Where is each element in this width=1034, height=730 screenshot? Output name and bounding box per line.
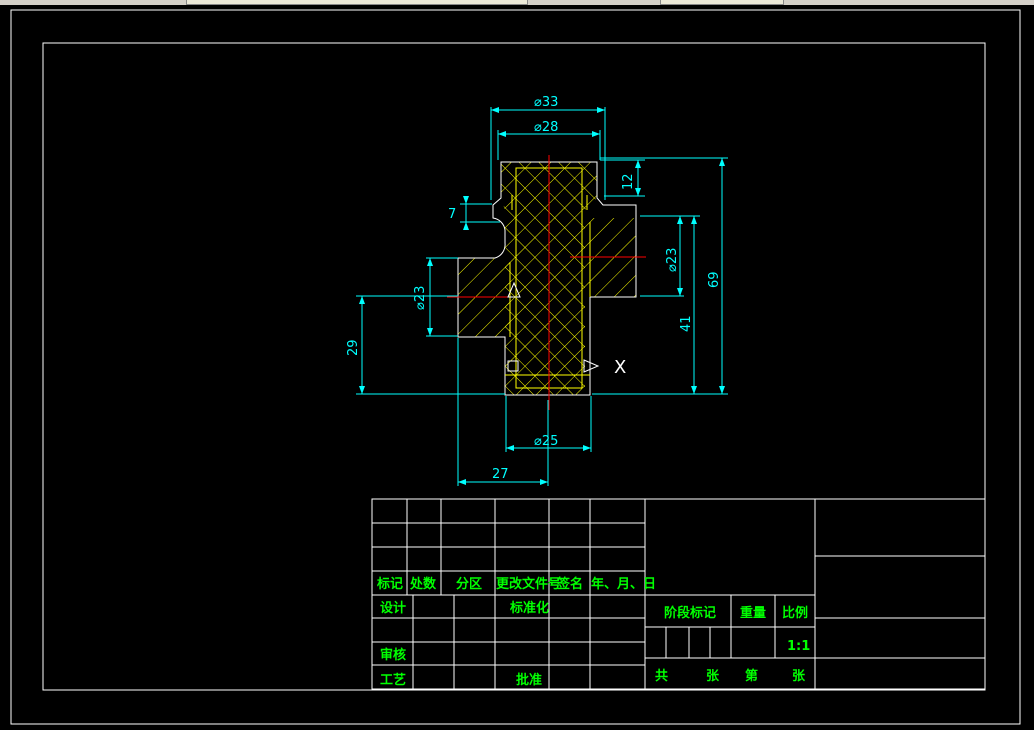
tb-col-signature: 签名 [556,576,583,592]
tb-stage-mark: 阶段标记 [664,605,716,621]
tb-approve: 批准 [516,672,542,688]
dim-h7: 7 [448,207,456,222]
dim-h41: 41 [679,315,694,332]
tb-col-change-doc: 更改文件号 [496,576,561,592]
tb-sheet-no: 第 [745,668,758,684]
ucs-cursor-label: X [614,357,626,378]
part-section [457,161,637,396]
dim-w27: 27 [492,467,509,482]
dim-d23-left: ⌀23 [413,286,428,310]
dim-d25: ⌀25 [534,434,558,449]
tb-col-date: 年、月、日 [591,576,656,592]
tb-col-count: 处数 [409,576,437,592]
title-block-grid [371,498,986,690]
tb-col-zone: 分区 [456,576,482,592]
tb-scale-label: 比例 [782,605,808,621]
dim-h29: 29 [346,339,361,356]
tb-sheets: 张 [706,669,720,684]
tb-total: 共 [655,668,668,684]
cad-drawing-canvas[interactable]: ⌀33 ⌀28 ⌀25 27 12 69 41 ⌀23 ⌀23 29 7 X 标… [0,5,1034,730]
tb-review: 审核 [380,647,406,663]
tb-design: 设计 [380,600,406,616]
tb-col-mark: 标记 [376,576,403,592]
dim-d28: ⌀28 [534,120,558,135]
dim-d33: ⌀33 [534,95,558,110]
dim-d23-right: ⌀23 [665,248,680,272]
tb-standardize: 标准化 [509,600,549,616]
tb-weight: 重量 [740,605,766,621]
dim-h69: 69 [707,271,722,288]
tb-scale-value: 1:1 [787,639,810,654]
dim-h12: 12 [621,173,636,190]
tb-sheet-unit: 张 [792,669,806,684]
tb-process: 工艺 [380,672,406,688]
